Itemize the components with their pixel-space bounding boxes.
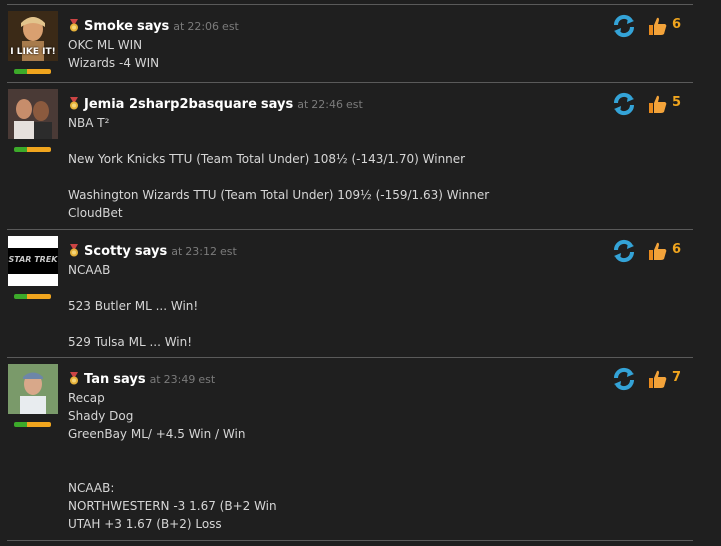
refresh-icon[interactable] bbox=[612, 92, 636, 116]
avatar[interactable]: STAR TREK bbox=[8, 236, 58, 286]
post: I LIKE IT! Smoke says at 22:06 est OKC ML WI… bbox=[0, 5, 721, 82]
post-body: OKC ML WIN Wizards -4 WIN bbox=[68, 36, 159, 72]
refresh-icon[interactable] bbox=[612, 14, 636, 38]
thumbs-up-icon[interactable] bbox=[646, 368, 668, 390]
post-actions: 6 bbox=[612, 239, 702, 263]
at-label: at bbox=[173, 20, 185, 33]
like-count: 6 bbox=[672, 242, 682, 257]
post-line: UTAH +3 1.67 (B+2) Loss bbox=[68, 517, 222, 531]
post-line bbox=[68, 315, 198, 333]
refresh-icon[interactable] bbox=[612, 239, 636, 263]
says-label: says bbox=[134, 244, 168, 259]
post-body: NCAAB 523 Butler ML ... Win! 529 Tulsa M… bbox=[68, 261, 198, 351]
medal-icon bbox=[70, 97, 78, 110]
post-line: Shady Dog bbox=[68, 409, 134, 423]
avatar-caption: I LIKE IT! bbox=[10, 47, 56, 57]
post: STAR TREK Scotty says at 23:12 est NCAAB 523… bbox=[0, 230, 721, 357]
post-line: NCAAB: bbox=[68, 481, 115, 495]
like-count: 5 bbox=[672, 95, 682, 110]
post-body: NBA T² New York Knicks TTU (Team Total U… bbox=[68, 114, 489, 222]
post-line bbox=[68, 461, 277, 479]
like-count: 7 bbox=[672, 370, 682, 385]
author-name[interactable]: Smoke bbox=[84, 19, 133, 34]
post-time: 22:06 bbox=[187, 20, 220, 33]
like-count: 6 bbox=[672, 17, 682, 32]
thumbs-up-icon[interactable] bbox=[646, 15, 668, 37]
post-line bbox=[68, 443, 277, 461]
reputation-bar bbox=[14, 294, 51, 299]
says-label: says bbox=[260, 97, 294, 112]
medal-icon bbox=[70, 19, 78, 32]
timezone: est bbox=[222, 20, 239, 33]
post-line: NCAAB bbox=[68, 263, 111, 277]
timezone: est bbox=[346, 98, 363, 111]
avatar[interactable] bbox=[8, 364, 58, 414]
post-line: 523 Butler ML ... Win! bbox=[68, 299, 199, 313]
post-time: 23:49 bbox=[163, 373, 196, 386]
says-label: says bbox=[113, 372, 146, 387]
avatar-caption: STAR TREK bbox=[8, 255, 58, 264]
post: Tan says at 23:49 est Recap Shady Dog GreenB… bbox=[0, 358, 721, 540]
timezone: est bbox=[198, 373, 216, 386]
post-line: CloudBet bbox=[68, 206, 123, 220]
avatar[interactable] bbox=[8, 89, 58, 139]
post-time: 23:12 bbox=[185, 245, 217, 258]
thumbs-up-icon[interactable] bbox=[646, 240, 668, 262]
medal-icon bbox=[70, 372, 78, 385]
thumbs-up-icon[interactable] bbox=[646, 93, 668, 115]
author-name[interactable]: Tan bbox=[84, 372, 109, 387]
post-line: OKC ML WIN bbox=[68, 38, 143, 52]
post-line: Wizards -4 WIN bbox=[68, 56, 160, 70]
refresh-icon[interactable] bbox=[612, 367, 636, 391]
post-body: Recap Shady Dog GreenBay ML/ +4.5 Win / … bbox=[68, 389, 277, 533]
medal-icon bbox=[70, 244, 78, 257]
at-label: at bbox=[171, 245, 183, 258]
post-line: NORTHWESTERN -3 1.67 (B+2 Win bbox=[68, 499, 277, 513]
post-time: 22:46 bbox=[311, 98, 343, 111]
author-name[interactable]: Jemia 2sharp2basquare bbox=[84, 97, 257, 112]
at-label: at bbox=[297, 98, 309, 111]
post-line: Washington Wizards TTU (Team Total Under… bbox=[68, 188, 490, 202]
post-line: GreenBay ML/ +4.5 Win / Win bbox=[68, 427, 246, 441]
post-line: 529 Tulsa ML ... Win! bbox=[68, 335, 193, 349]
post-line bbox=[68, 279, 198, 297]
post-line: NBA T² bbox=[68, 116, 110, 130]
reputation-bar bbox=[14, 422, 51, 427]
post-divider bbox=[7, 540, 693, 541]
at-label: at bbox=[149, 373, 161, 386]
post-line bbox=[68, 168, 489, 186]
reputation-bar bbox=[14, 147, 51, 152]
post-line: Recap bbox=[68, 391, 105, 405]
reputation-bar bbox=[14, 69, 51, 74]
post-line bbox=[68, 132, 489, 150]
post-actions: 6 bbox=[612, 14, 702, 38]
avatar[interactable]: I LIKE IT! bbox=[8, 11, 58, 61]
post-actions: 7 bbox=[612, 367, 702, 391]
says-label: says bbox=[136, 19, 170, 34]
timezone: est bbox=[220, 245, 237, 258]
post: Jemia 2sharp2basquare says at 22:46 est NBA … bbox=[0, 83, 721, 229]
post-actions: 5 bbox=[612, 92, 702, 116]
post-line: New York Knicks TTU (Team Total Under) 1… bbox=[68, 152, 466, 166]
author-name[interactable]: Scotty bbox=[84, 244, 131, 259]
